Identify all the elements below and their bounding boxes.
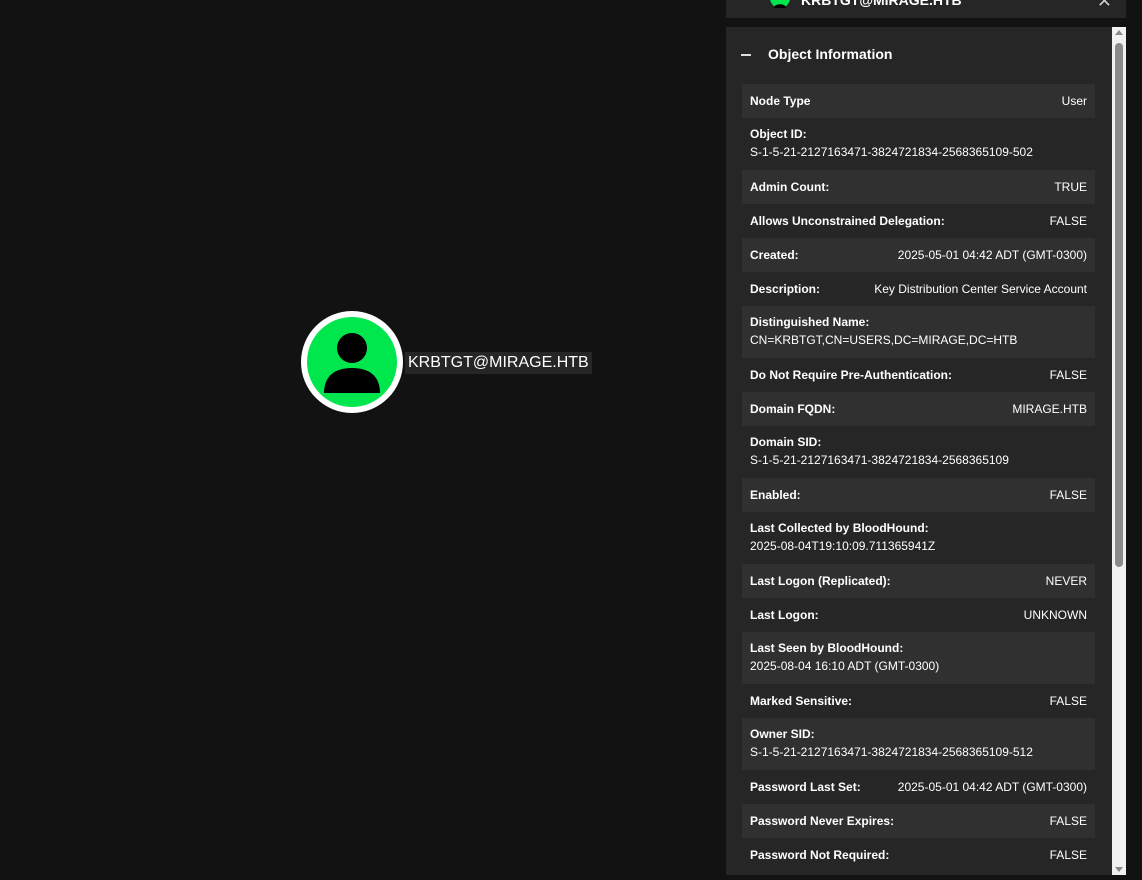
property-key: Admin Count:: [750, 180, 830, 194]
property-value: FALSE: [1049, 488, 1087, 502]
property-key: Password Last Set:: [750, 780, 861, 794]
property-value: 2025-05-01 04:42 ADT (GMT-0300): [897, 248, 1087, 262]
property-key: Created:: [750, 248, 799, 262]
scroll-up-icon[interactable]: [1115, 30, 1123, 35]
property-value: User: [1061, 94, 1087, 108]
property-row: Domain SID: S-1-5-21-2127163471-382472183…: [742, 426, 1095, 478]
property-key: Node Type: [750, 94, 811, 108]
property-row: Distinguished Name: CN=KRBTGT,CN=USERS,DC…: [742, 306, 1095, 358]
property-row: Last Logon (Replicated): NEVER: [742, 564, 1095, 598]
user-icon: [324, 333, 380, 393]
property-value: S-1-5-21-2127163471-3824721834-256836510…: [750, 145, 1033, 159]
property-key: Password Never Expires:: [750, 814, 895, 828]
scrollbar[interactable]: [1112, 27, 1126, 875]
property-value: TRUE: [1054, 180, 1087, 194]
property-key: Domain SID:: [750, 435, 822, 449]
property-value: 2025-05-01 04:42 ADT (GMT-0300): [897, 780, 1087, 794]
property-row: Password Last Set: 2025-05-01 04:42 ADT (…: [742, 770, 1095, 804]
property-key: Last Logon (Replicated):: [750, 574, 891, 588]
property-value: FALSE: [1049, 848, 1087, 862]
property-row: Last Seen by BloodHound: 2025-08-04 16:10…: [742, 632, 1095, 684]
property-row: Node Type User: [742, 84, 1095, 118]
property-value: FALSE: [1049, 214, 1087, 228]
property-key: Last Collected by BloodHound:: [750, 521, 929, 535]
property-key: Domain FQDN:: [750, 402, 836, 416]
entity-title: KRBTGT@MIRAGE.HTB: [801, 0, 962, 8]
property-value: S-1-5-21-2127163471-3824721834-256836510…: [750, 453, 1009, 467]
node-label: KRBTGT@MIRAGE.HTB: [405, 352, 592, 374]
property-value: 2025-08-04 16:10 ADT (GMT-0300): [750, 659, 940, 673]
property-key: Do Not Require Pre-Authentication:: [750, 368, 953, 382]
property-row: Created: 2025-05-01 04:42 ADT (GMT-0300): [742, 238, 1095, 272]
property-key: Last Seen by BloodHound:: [750, 641, 904, 655]
property-value: 2025-08-04T19:10:09.711365941Z: [750, 539, 936, 553]
property-value: NEVER: [1045, 574, 1087, 588]
close-icon[interactable]: ✕: [1097, 0, 1112, 12]
user-node-circle: [307, 317, 397, 407]
property-value: CN=KRBTGT,CN=USERS,DC=MIRAGE,DC=HTB: [750, 333, 1018, 347]
property-row: Last Logon: UNKNOWN: [742, 598, 1095, 632]
property-value: Key Distribution Center Service Account: [874, 282, 1087, 296]
object-information-panel: Object Information Node Type User Object I…: [726, 27, 1126, 875]
collapse-icon[interactable]: [741, 54, 751, 56]
property-row: Description: Key Distribution Center Serv…: [742, 272, 1095, 306]
property-row: Object ID: S-1-5-21-2127163471-3824721834…: [742, 118, 1095, 170]
property-row: Password Never Expires: FALSE: [742, 804, 1095, 838]
scrollbar-thumb[interactable]: [1115, 43, 1123, 567]
property-row: Do Not Require Pre-Authentication: FALSE: [742, 358, 1095, 392]
property-key: Password Not Required:: [750, 848, 890, 862]
property-row: Enabled: FALSE: [742, 478, 1095, 512]
property-key: Distinguished Name:: [750, 315, 870, 329]
property-list: Node Type User Object ID: S-1-5-21-21271634…: [742, 84, 1095, 872]
property-row: Admin Count: TRUE: [742, 170, 1095, 204]
property-key: Marked Sensitive:: [750, 694, 853, 708]
property-value: FALSE: [1049, 694, 1087, 708]
property-value: MIRAGE.HTB: [1012, 402, 1087, 416]
property-key: Allows Unconstrained Delegation:: [750, 214, 945, 228]
property-row: Marked Sensitive: FALSE: [742, 684, 1095, 718]
panel-header[interactable]: Object Information: [726, 27, 1112, 83]
property-row: Password Not Required: FALSE: [742, 838, 1095, 872]
property-row: Owner SID: S-1-5-21-2127163471-3824721834…: [742, 718, 1095, 770]
entity-header: KRBTGT@MIRAGE.HTB ✕: [726, 0, 1126, 18]
property-value: FALSE: [1049, 814, 1087, 828]
property-key: Object ID:: [750, 127, 807, 141]
property-row: Last Collected by BloodHound: 2025-08-04T…: [742, 512, 1095, 564]
property-key: Owner SID:: [750, 727, 815, 741]
user-node[interactable]: [301, 311, 403, 413]
property-key: Enabled:: [750, 488, 801, 502]
graph-canvas[interactable]: KRBTGT@MIRAGE.HTB: [0, 0, 726, 880]
scroll-down-icon[interactable]: [1115, 867, 1123, 872]
property-key: Last Logon:: [750, 608, 819, 622]
property-row: Domain FQDN: MIRAGE.HTB: [742, 392, 1095, 426]
user-icon: [770, 0, 790, 8]
property-key: Description:: [750, 282, 821, 296]
panel-title: Object Information: [768, 46, 893, 62]
property-value: S-1-5-21-2127163471-3824721834-256836510…: [750, 745, 1033, 759]
property-value: FALSE: [1049, 368, 1087, 382]
property-value: UNKNOWN: [1023, 608, 1087, 622]
property-row: Allows Unconstrained Delegation: FALSE: [742, 204, 1095, 238]
